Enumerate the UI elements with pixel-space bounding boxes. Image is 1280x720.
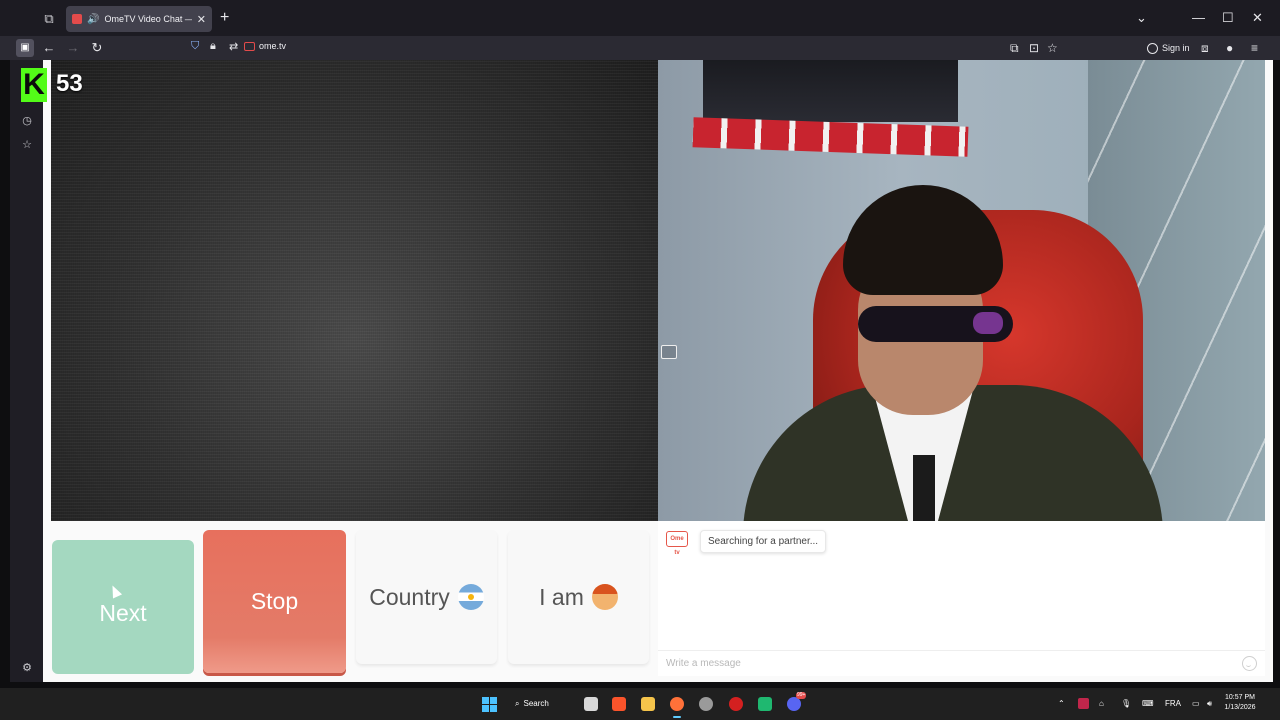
country-button[interactable]: Country	[356, 530, 497, 664]
save-to-pocket-icon[interactable]: ⊡	[1029, 39, 1039, 57]
permissions-icon[interactable]: ⇄	[229, 40, 238, 53]
stop-label: Stop	[250, 588, 299, 614]
chat-divider	[658, 650, 1265, 651]
firefox-icon[interactable]	[670, 697, 684, 711]
stop-button[interactable]: Stop	[203, 530, 346, 673]
next-label: Next	[99, 599, 147, 626]
language-indicator[interactable]: FRA	[1165, 697, 1181, 711]
person-hair	[843, 185, 1003, 295]
tab-title: OmeTV Video Chat — Ome	[104, 14, 191, 24]
history-icon[interactable]: ◷	[20, 114, 34, 128]
ometv-favicon-icon	[72, 14, 82, 24]
tab-close-icon[interactable]: ✕	[197, 13, 206, 26]
status-message: Searching for a partner...	[700, 530, 827, 553]
file-explorer-icon[interactable]	[641, 697, 655, 711]
browser-navbar: ▣ ← → ↻ ⛉ 🔒︎ ⇄ ome.tv ⧉ ⊡ ☆ Sign in ⧈ ● …	[0, 36, 1280, 60]
recorder-app-icon[interactable]	[729, 697, 743, 711]
boy-avatar-icon	[591, 584, 618, 610]
back-arrow-icon[interactable]: ←	[40, 39, 58, 57]
windows-start-icon[interactable]	[482, 697, 497, 712]
close-window-button[interactable]: ✕	[1252, 9, 1263, 27]
discord-icon[interactable]	[787, 697, 801, 711]
tracking-shield-icon[interactable]: ⛉	[191, 40, 199, 53]
minimize-button[interactable]: —	[1192, 9, 1205, 27]
iam-label: I am	[539, 583, 584, 610]
tab-ometv[interactable]: 🔊 OmeTV Video Chat — Ome ✕	[66, 6, 212, 32]
picture-in-picture-icon[interactable]: ⧉	[1010, 39, 1019, 57]
speaker-icon[interactable]: 🔊	[87, 14, 99, 25]
menu-hamburger-icon[interactable]: ≡	[1251, 39, 1258, 57]
firefox-active-indicator	[673, 716, 681, 718]
volume-icon[interactable]: 🔊︎	[1207, 697, 1212, 711]
taskbar-clock[interactable]: 10:57 PM 1/13/2026	[1222, 693, 1258, 713]
taskbar-search[interactable]: ⌕ Search	[515, 695, 569, 713]
person-tie	[913, 455, 935, 521]
search-label: Search	[523, 699, 549, 708]
streaming-app-icon[interactable]	[758, 697, 772, 711]
forward-arrow-icon[interactable]: →	[64, 39, 82, 57]
reload-icon[interactable]: ↻	[88, 39, 106, 57]
gender-select-button[interactable]: I am	[508, 530, 649, 664]
microphone-icon[interactable]: 🎙︎	[1121, 697, 1131, 711]
firefox-view-icon[interactable]: ⧉	[40, 10, 58, 28]
sign-in-label: Sign in	[1162, 43, 1190, 53]
football-scarf	[692, 117, 969, 157]
argentina-flag-icon	[457, 584, 484, 610]
kick-k-glyph: K	[23, 68, 45, 101]
profile-circle-icon[interactable]: ●	[1226, 39, 1233, 57]
country-label: Country	[369, 583, 450, 610]
task-view-icon[interactable]	[584, 697, 598, 711]
maximize-button[interactable]: ☐	[1222, 9, 1234, 27]
next-button[interactable]: Next	[52, 540, 194, 674]
brave-browser-icon[interactable]	[612, 697, 626, 711]
network-icon[interactable]: ▭	[1192, 697, 1200, 711]
list-all-tabs-icon[interactable]: ⌄	[1136, 9, 1147, 27]
picture-in-picture-toggle-icon[interactable]	[661, 345, 677, 359]
customize-sidebar-gear-icon[interactable]: ⚙	[20, 661, 34, 675]
tray-overflow-chevron-icon[interactable]: ⌃	[1058, 697, 1065, 711]
self-camera-video	[658, 60, 1265, 521]
bookmark-star-icon[interactable]: ☆	[1047, 39, 1058, 57]
background-shelf	[703, 60, 958, 122]
browser-titlebar: ⧉ 🔊 OmeTV Video Chat — Ome ✕ + ⌄ — ☐ ✕	[0, 0, 1280, 36]
emoji-smiley-icon[interactable]	[1242, 656, 1257, 671]
viewer-count: 53	[56, 70, 83, 97]
video-static-noise	[51, 60, 658, 521]
account-icon	[1147, 42, 1158, 54]
settings-gear-icon[interactable]	[699, 697, 713, 711]
search-icon: ⌕	[515, 699, 520, 708]
keyboard-icon[interactable]: ⌨	[1142, 697, 1154, 711]
url-bar[interactable]: ome.tv	[259, 41, 286, 51]
discord-badge: 99+	[796, 692, 807, 699]
new-tab-button[interactable]: +	[220, 9, 229, 27]
tray-app-icon[interactable]	[1078, 698, 1089, 709]
clock-time: 10:57 PM	[1225, 694, 1255, 701]
usb-device-icon[interactable]: ⌂	[1099, 697, 1104, 711]
bookmarks-star-icon[interactable]: ☆	[20, 138, 34, 152]
browser-sidebar: ◷ ☆ ⚙	[10, 60, 43, 682]
message-input[interactable]	[662, 654, 1244, 672]
partner-video	[51, 60, 658, 521]
clock-date: 1/13/2026	[1224, 704, 1256, 711]
ometv-logo-icon: Ome tv	[666, 531, 688, 556]
lock-icon[interactable]: 🔒︎	[210, 40, 216, 53]
sign-in-button[interactable]: Sign in	[1147, 39, 1190, 57]
camera-sharing-icon[interactable]	[244, 42, 255, 51]
sidebar-toggle-icon[interactable]: ▣	[16, 39, 34, 57]
sunglasses	[858, 306, 1013, 342]
extensions-icon[interactable]: ⧈	[1201, 39, 1209, 57]
